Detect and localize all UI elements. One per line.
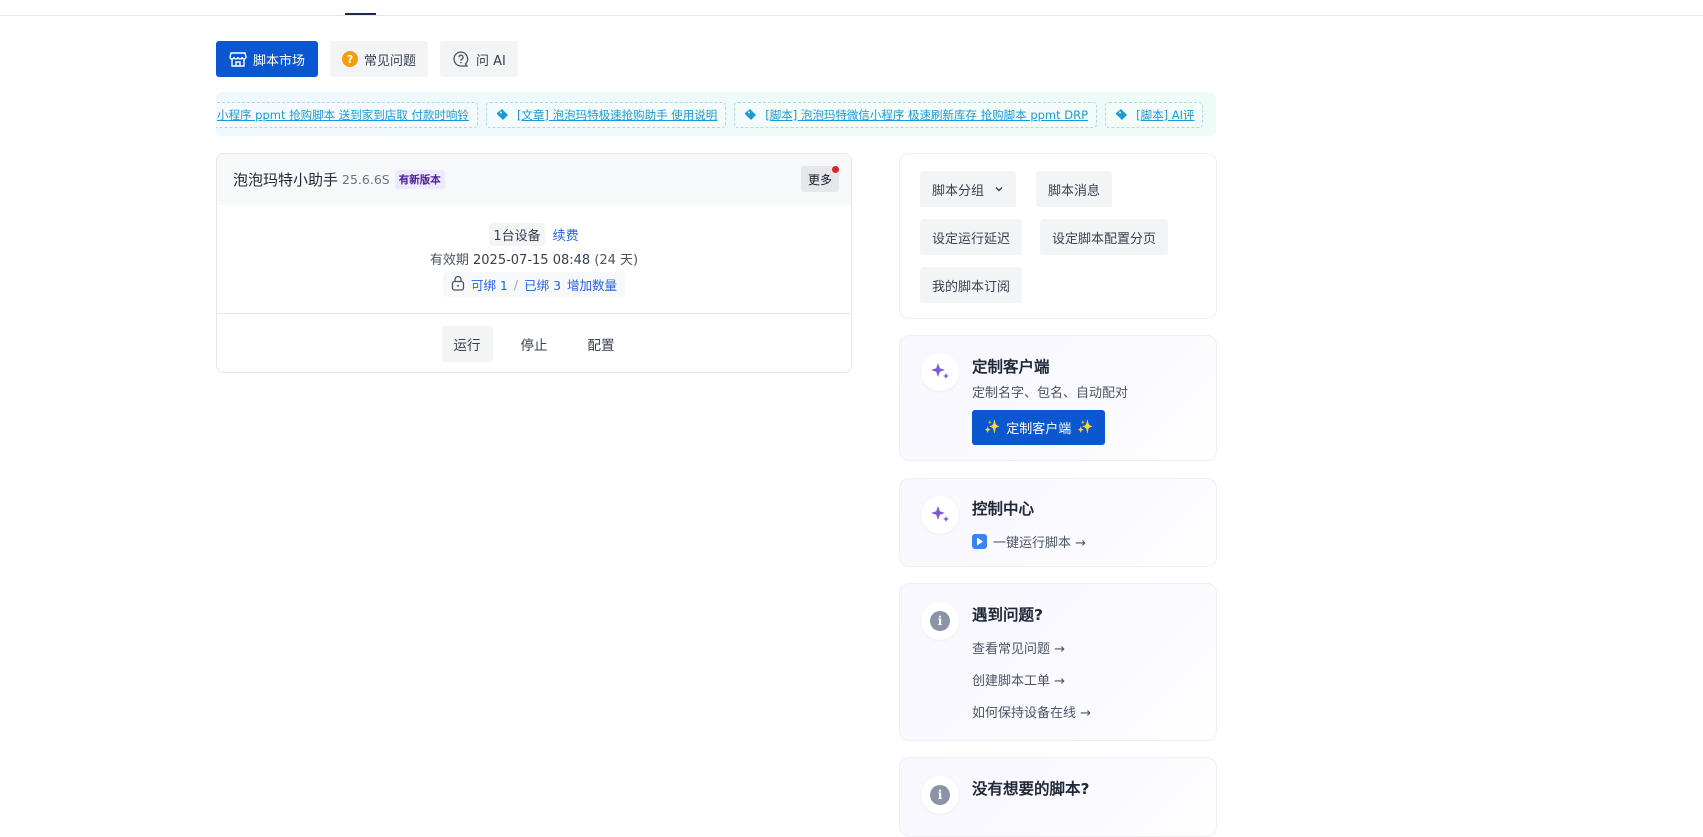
- chevron-down-icon: [994, 184, 1004, 194]
- new-version-badge: 有新版本: [394, 170, 445, 189]
- script-group-dropdown[interactable]: 脚本分组: [920, 171, 1017, 207]
- script-card-body: 1台设备 续费 有效期 2025-07-15 08:48 (24 天) 可绑 1…: [217, 205, 851, 313]
- run-script-link[interactable]: 一键运行脚本 →: [972, 532, 1086, 551]
- tab-bar: 脚本市场 ? 常见问题 问 AI: [216, 41, 518, 77]
- device-count: 1台设备: [489, 223, 545, 246]
- store-icon: [229, 50, 247, 68]
- sparkle-icon: [921, 496, 959, 534]
- sparkles-icon: ✨: [984, 420, 1001, 435]
- top-divider: [0, 15, 1703, 16]
- ticker-item[interactable]: 小程序 ppmt 抢购脚本 送到家到店取 付款时响铃: [216, 102, 478, 128]
- config-paging-button[interactable]: 设定脚本配置分页: [1040, 219, 1169, 255]
- custom-client-subtitle: 定制名字、包名、自动配对: [972, 386, 1129, 401]
- run-button[interactable]: 运行: [441, 325, 493, 362]
- expiry-days: (24 天): [594, 253, 639, 268]
- ticker-item-text: 小程序 ppmt 抢购脚本 送到家到店取 付款时响铃: [217, 108, 469, 122]
- tab-label: 问 AI: [476, 53, 506, 69]
- question-icon: ?: [342, 51, 359, 67]
- faq-link[interactable]: 查看常见问题 →: [972, 638, 1065, 657]
- binding-info: 可绑 1 / 已绑 3 增加数量: [442, 272, 626, 297]
- custom-client-button[interactable]: ✨ 定制客户端 ✨: [972, 410, 1106, 445]
- ticker-item[interactable]: [脚本] 泡泡玛特微信小程序 极速刷新库存 抢购脚本 ppmt DRP: [734, 102, 1098, 128]
- tag-icon: [1114, 108, 1128, 122]
- tab-script-market[interactable]: 脚本市场: [216, 41, 319, 77]
- tag-icon: [495, 108, 509, 122]
- tag-icon: [743, 108, 757, 122]
- ticker-item-text: [文章] 泡泡玛特极速抢购助手 使用说明: [516, 108, 718, 122]
- create-ticket-link[interactable]: 创建脚本工单 →: [972, 670, 1065, 689]
- bindable-count: 可绑 1: [470, 278, 508, 293]
- info-icon: i: [921, 776, 959, 814]
- problems-card: i 遇到问题? 查看常见问题 → 创建脚本工单 → 如何保持设备在线 →: [899, 583, 1217, 741]
- stop-button[interactable]: 停止: [509, 326, 560, 362]
- no-script-card: i 没有想要的脚本?: [899, 757, 1217, 837]
- device-online-link[interactable]: 如何保持设备在线 →: [972, 702, 1091, 721]
- ticker-item-text: [脚本] AI评: [1136, 108, 1195, 122]
- ticker-item[interactable]: [脚本] AI评: [1105, 102, 1204, 128]
- add-count-link[interactable]: 增加数量: [567, 275, 617, 294]
- script-group-label: 脚本分组: [932, 183, 985, 199]
- tab-faq[interactable]: ? 常见问题: [330, 41, 429, 77]
- play-icon: [972, 534, 987, 549]
- expiry-date: 2025-07-15 08:48: [473, 253, 591, 268]
- my-subscriptions-button[interactable]: 我的脚本订阅: [920, 267, 1023, 303]
- ticker-item-text: [脚本] 泡泡玛特微信小程序 极速刷新库存 抢购脚本 ppmt DRP: [765, 108, 1089, 122]
- script-tools-panel: 脚本分组 脚本消息 设定运行延迟 设定脚本配置分页 我的脚本订阅: [899, 153, 1217, 319]
- lock-icon: [451, 275, 465, 294]
- script-actions: 运行 停止 配置: [217, 313, 851, 372]
- script-card-header: 泡泡玛特小助手 25.6.6S 有新版本 更多: [217, 154, 851, 205]
- more-label: 更多: [807, 172, 832, 187]
- sparkles-icon: ✨: [1077, 420, 1094, 435]
- custom-client-button-label: 定制客户端: [1006, 422, 1072, 437]
- no-script-title: 没有想要的脚本?: [972, 780, 1090, 798]
- expiry-label: 有效期: [429, 253, 469, 268]
- top-nav-active-indicator: [345, 13, 376, 15]
- run-script-link-label: 一键运行脚本 →: [993, 536, 1087, 551]
- script-title: 泡泡玛特小助手: [233, 171, 339, 189]
- custom-client-card: 定制客户端 定制名字、包名、自动配对 ✨ 定制客户端 ✨: [899, 335, 1217, 461]
- sparkle-icon: [921, 353, 959, 391]
- control-center-card: 控制中心 一键运行脚本 →: [899, 478, 1217, 567]
- chat-question-icon: [452, 50, 470, 68]
- script-messages-button[interactable]: 脚本消息: [1036, 171, 1113, 207]
- run-delay-button[interactable]: 设定运行延迟: [920, 219, 1023, 255]
- announcement-ticker: 小程序 ppmt 抢购脚本 送到家到店取 付款时响铃 [文章] 泡泡玛特极速抢购…: [216, 92, 1216, 136]
- info-icon: i: [921, 602, 959, 640]
- tab-label: 常见问题: [364, 53, 417, 69]
- tab-label: 脚本市场: [253, 53, 306, 69]
- script-card: 泡泡玛特小助手 25.6.6S 有新版本 更多 1台设备 续费 有效期 2025…: [216, 153, 852, 373]
- tab-ask-ai[interactable]: 问 AI: [440, 41, 518, 77]
- config-button[interactable]: 配置: [576, 326, 627, 362]
- bound-count: 已绑 3: [524, 278, 562, 293]
- control-center-title: 控制中心: [972, 500, 1035, 518]
- expiry-line: 有效期 2025-07-15 08:48 (24 天): [217, 249, 851, 268]
- notification-dot: [832, 166, 839, 173]
- ticker-item[interactable]: [文章] 泡泡玛特极速抢购助手 使用说明: [485, 102, 727, 128]
- custom-client-title: 定制客户端: [972, 358, 1050, 376]
- problems-title: 遇到问题?: [972, 606, 1043, 624]
- renew-link[interactable]: 续费: [553, 225, 579, 244]
- separator: /: [513, 277, 519, 292]
- script-version: 25.6.6S: [342, 172, 390, 187]
